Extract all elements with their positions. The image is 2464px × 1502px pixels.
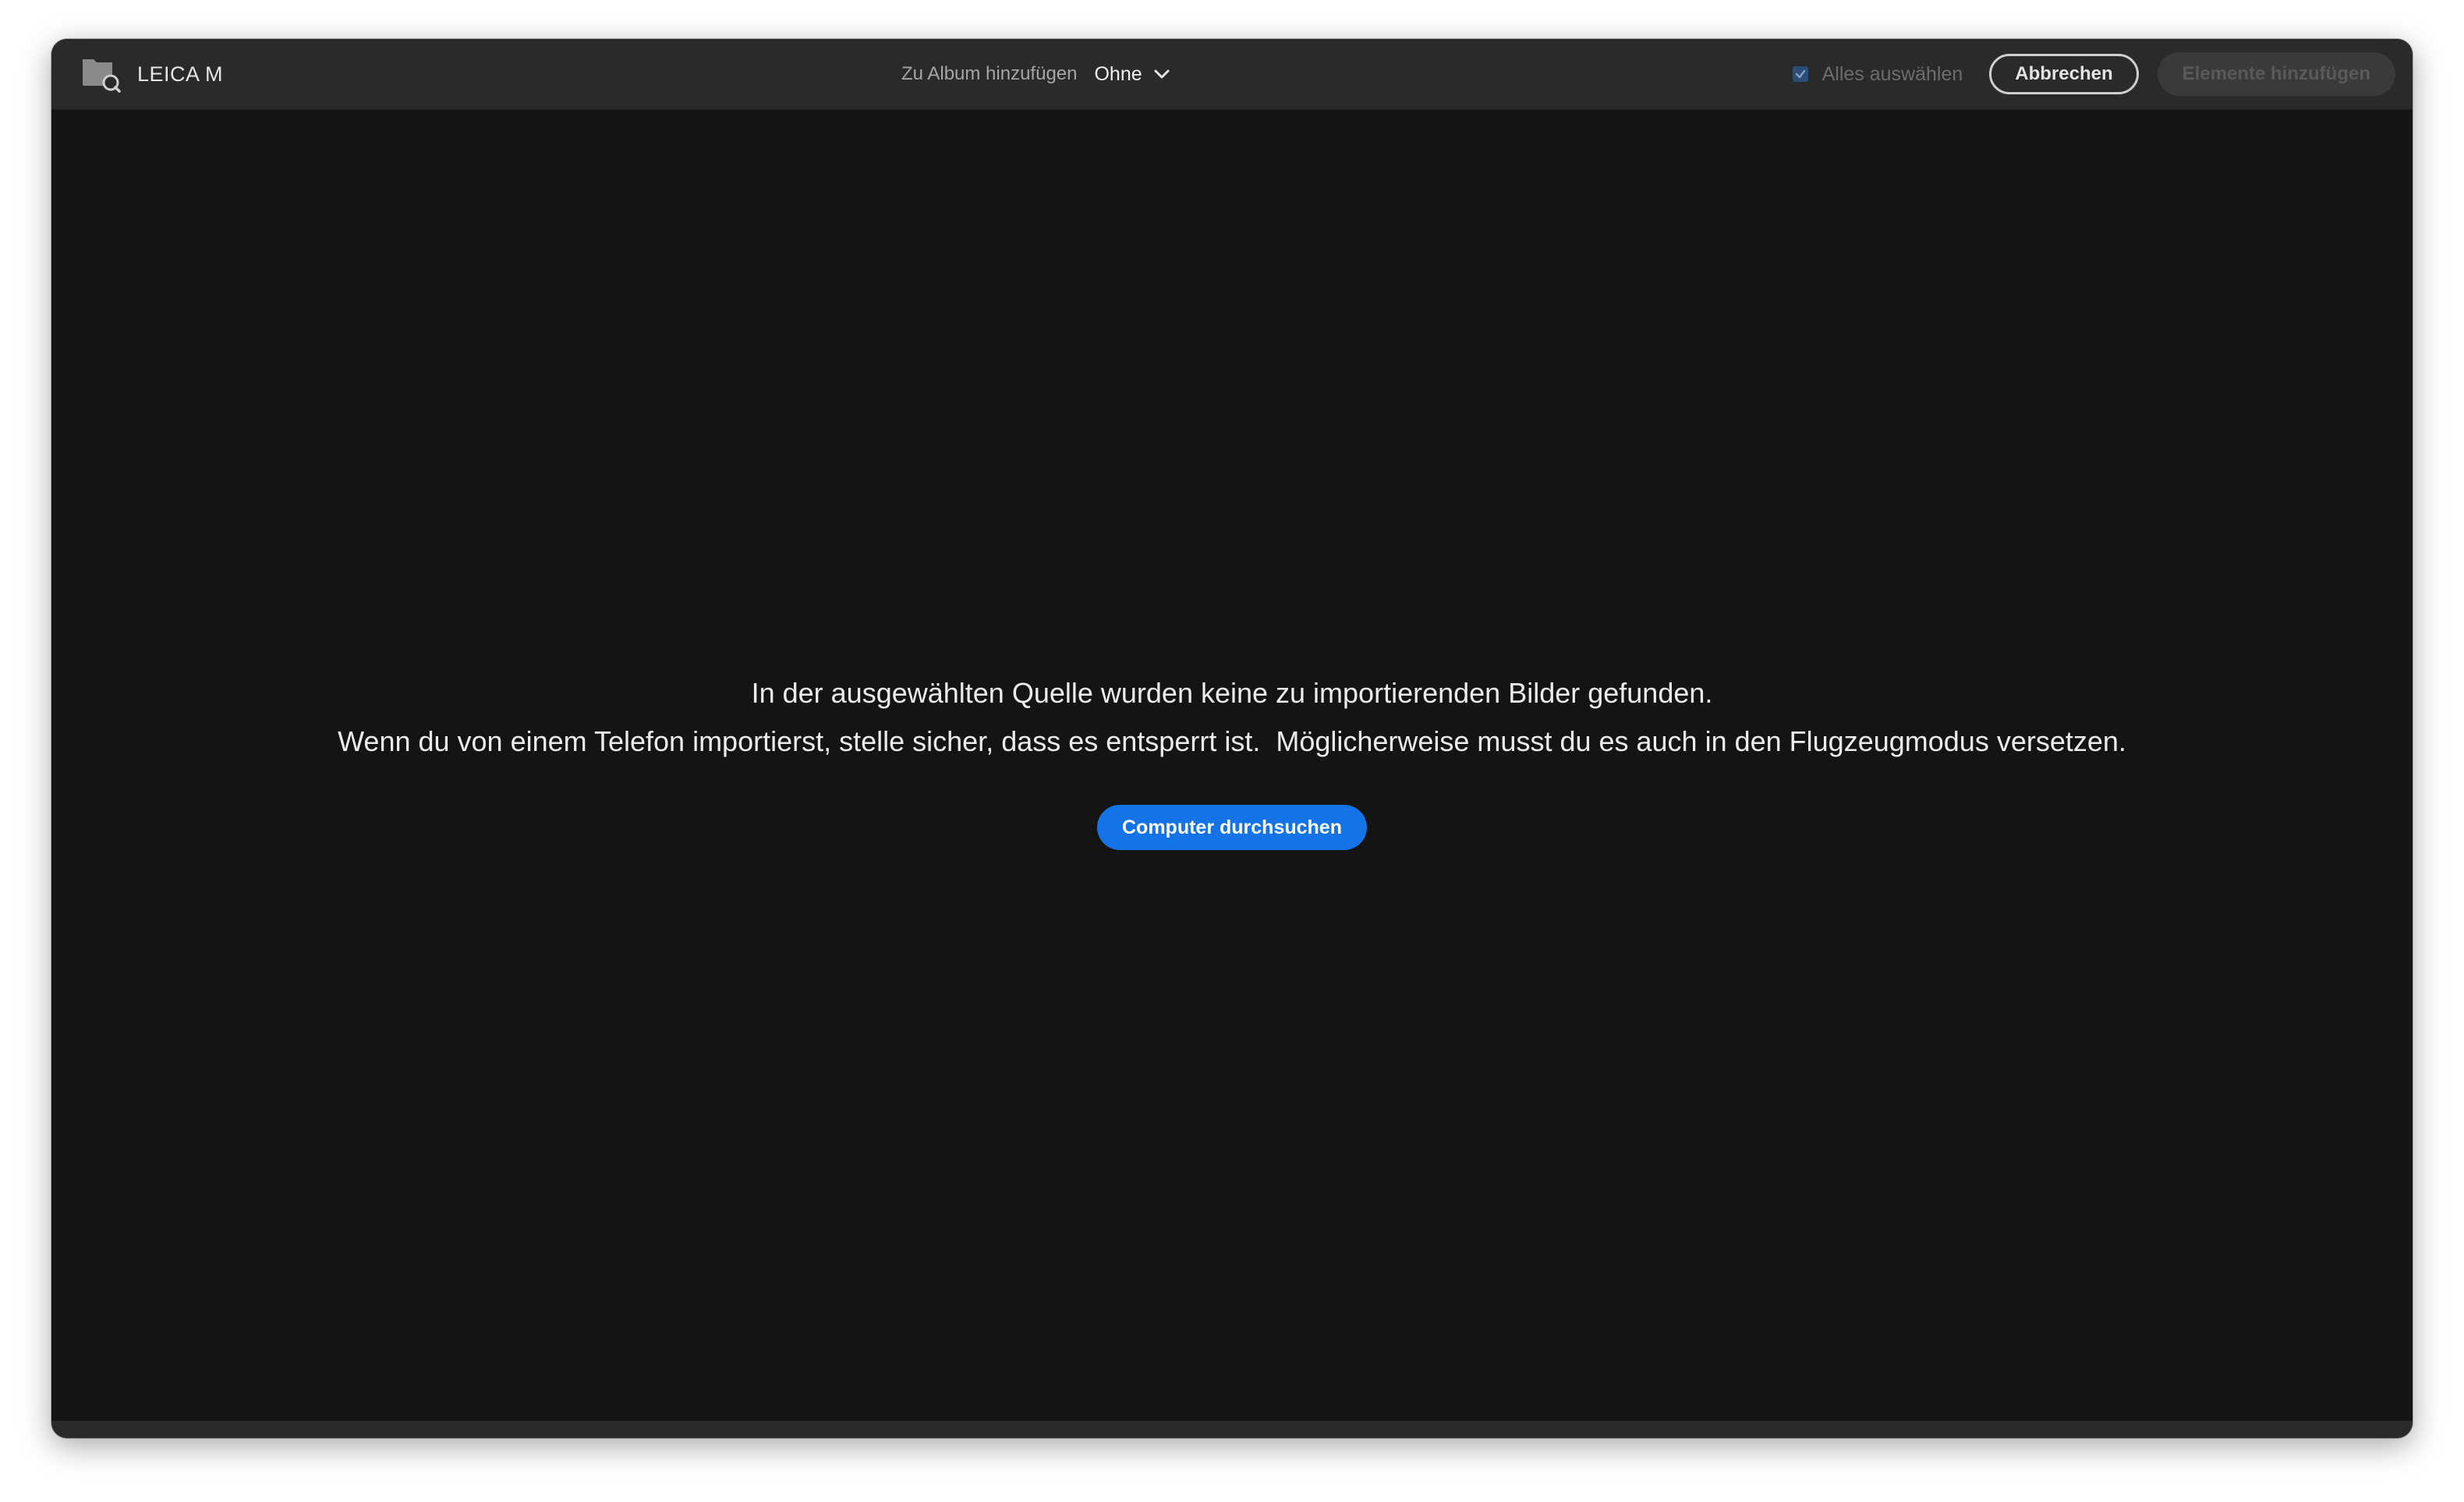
footer-bar bbox=[51, 1421, 2413, 1438]
select-all-checkbox[interactable] bbox=[1792, 66, 1808, 82]
source-label: LEICA M bbox=[137, 62, 224, 86]
toolbar-actions: Alles auswählen Abbrechen Elemente hinzu… bbox=[1792, 39, 2395, 109]
album-dropdown[interactable]: Ohne bbox=[1094, 63, 1170, 86]
select-all-label: Alles auswählen bbox=[1821, 62, 1963, 85]
album-label: Zu Album hinzufügen bbox=[901, 63, 1078, 84]
chevron-down-icon bbox=[1154, 69, 1170, 79]
empty-state-message: In der ausgewählten Quelle wurden keine … bbox=[751, 677, 1713, 709]
folder-search-icon bbox=[83, 59, 121, 93]
browse-computer-button[interactable]: Computer durchsuchen bbox=[1097, 805, 1367, 850]
cancel-button[interactable]: Abbrechen bbox=[1989, 54, 2139, 94]
source-indicator: LEICA M bbox=[81, 55, 223, 94]
select-all-control: Alles auswählen bbox=[1792, 62, 1963, 86]
empty-state: In der ausgewählten Quelle wurden keine … bbox=[51, 669, 2413, 850]
import-toolbar: LEICA M Zu Album hinzufügen Ohne Alles a… bbox=[51, 39, 2413, 110]
checkmark-icon bbox=[1795, 69, 1805, 79]
add-items-button[interactable]: Elemente hinzufügen bbox=[2157, 52, 2395, 96]
album-dropdown-value: Ohne bbox=[1094, 62, 1142, 85]
album-selector: Zu Album hinzufügen Ohne bbox=[901, 39, 1170, 109]
empty-state-hint: Wenn du von einem Telefon importierst, s… bbox=[338, 725, 2126, 757]
import-window: LEICA M Zu Album hinzufügen Ohne Alles a… bbox=[51, 39, 2413, 1438]
